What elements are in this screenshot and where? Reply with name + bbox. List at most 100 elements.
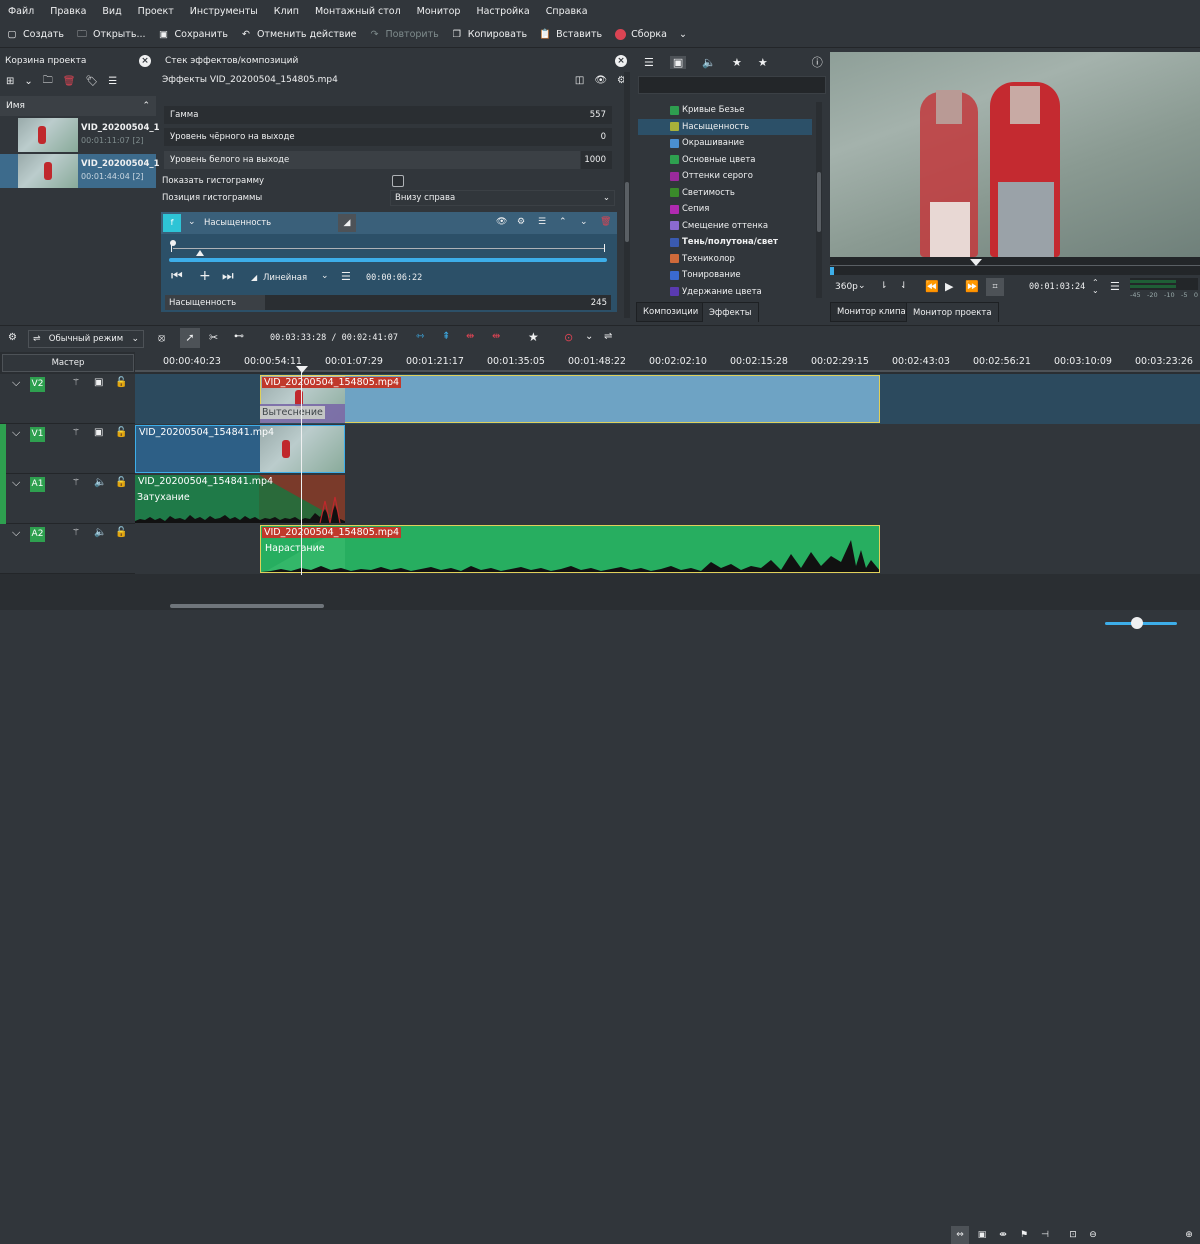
favorites-icon[interactable]: ★ bbox=[758, 56, 768, 69]
timeline-playhead[interactable] bbox=[296, 366, 308, 373]
mixer-icon[interactable]: ⇌ bbox=[604, 331, 612, 342]
delete-icon[interactable]: 🗑 bbox=[63, 76, 76, 87]
menu-help[interactable]: Справка bbox=[538, 6, 596, 17]
chevron-down-icon[interactable]: ⌄ bbox=[188, 217, 196, 227]
lock-icon[interactable]: 🔓 bbox=[115, 427, 127, 438]
list-icon[interactable]: ☰ bbox=[644, 56, 654, 69]
render-button[interactable]: Сборка bbox=[608, 24, 673, 46]
delete-icon[interactable]: 🗑 bbox=[600, 217, 611, 227]
histogram-position-select[interactable]: Внизу справа ⌄ bbox=[390, 190, 615, 206]
edit-mode-select[interactable]: ⇌ Обычный режим ⌄ bbox=[28, 330, 144, 348]
forward-icon[interactable]: ⏩ bbox=[965, 280, 979, 293]
param-gamma[interactable]: Гамма 557 bbox=[164, 106, 612, 124]
chevron-down-icon[interactable]: ⌄ bbox=[858, 281, 866, 291]
effects-wand-icon[interactable]: ⚚ bbox=[72, 528, 80, 538]
menu-timeline[interactable]: Монтажный стол bbox=[307, 6, 409, 17]
rewind-icon[interactable]: ⏪ bbox=[925, 280, 939, 293]
chevron-down-icon[interactable]: ⌄ bbox=[24, 76, 32, 87]
undo-button[interactable]: ↶ Отменить действие bbox=[234, 24, 363, 46]
keyframe-playhead[interactable] bbox=[196, 250, 204, 256]
list-item[interactable]: Насыщенность bbox=[638, 118, 812, 135]
zoom-in-icon[interactable]: ⊕ bbox=[1180, 1226, 1198, 1244]
zone-out-icon[interactable]: ⇃ bbox=[900, 281, 908, 291]
list-item[interactable]: Светимость bbox=[638, 185, 812, 202]
settings-icon[interactable]: ⚙ bbox=[8, 332, 17, 343]
collapse-icon[interactable]: ⌵ bbox=[12, 376, 20, 390]
collapse-icon[interactable]: ⌵ bbox=[12, 476, 20, 490]
tab-effects[interactable]: Эффекты bbox=[702, 302, 759, 322]
menu-file[interactable]: Файл bbox=[0, 6, 42, 17]
effects-wand-icon[interactable]: ⚚ bbox=[72, 478, 80, 488]
film-icon[interactable]: ▣ bbox=[94, 377, 103, 388]
new-folder-icon[interactable]: 🗀 bbox=[43, 73, 53, 90]
favorite-effect-icon[interactable]: ★ bbox=[528, 330, 539, 344]
menu-clip[interactable]: Клип bbox=[266, 6, 307, 17]
film-icon[interactable]: ▣ bbox=[94, 427, 103, 438]
close-icon[interactable]: × bbox=[139, 55, 151, 67]
next-keyframe-icon[interactable]: ⏭ bbox=[222, 269, 234, 284]
speaker-icon[interactable]: 🔈 bbox=[94, 527, 106, 538]
tag-icon[interactable]: 🏷 bbox=[85, 76, 98, 87]
effects-search-input[interactable] bbox=[638, 76, 826, 94]
speaker-icon[interactable]: 🔈 bbox=[94, 477, 106, 488]
list-item[interactable]: Основные цвета bbox=[638, 152, 812, 169]
list-item[interactable]: Сепия bbox=[638, 201, 812, 218]
effects-wand-icon[interactable]: ⚚ bbox=[72, 378, 80, 388]
play-icon[interactable]: ▶ bbox=[945, 280, 953, 293]
list-item[interactable]: Тень/полутона/свет bbox=[638, 234, 812, 251]
timeline-scrollbar[interactable] bbox=[170, 604, 324, 608]
audio-effects-icon[interactable]: 🔈 bbox=[702, 56, 716, 69]
list-item[interactable]: Удержание цвета bbox=[638, 284, 812, 299]
video-effects-icon[interactable]: ▣ bbox=[669, 55, 687, 69]
menu-icon[interactable]: ☰ bbox=[1110, 280, 1120, 293]
custom-effects-icon[interactable]: ★ bbox=[732, 56, 742, 69]
fit-zoom-icon[interactable]: ⇔ bbox=[951, 1226, 969, 1244]
param-black-output[interactable]: Уровень чёрного на выходе 0 bbox=[164, 128, 612, 146]
list-item[interactable]: Смещение оттенка bbox=[638, 218, 812, 235]
eye-icon[interactable]: 👁 bbox=[496, 217, 507, 227]
crop-icon[interactable]: ⌗ bbox=[986, 278, 1004, 296]
saturation-param[interactable]: Насыщенность 245 bbox=[165, 295, 611, 310]
effects-wand-icon[interactable]: ⚚ bbox=[72, 428, 80, 438]
create-button[interactable]: ▢ Создать bbox=[0, 24, 70, 46]
track-header-v2[interactable]: ⌵ V2 ⚚ ▣ 🔓 bbox=[0, 374, 135, 424]
menu-icon[interactable]: ☰ bbox=[538, 217, 546, 227]
monitor-timecode[interactable]: 00:01:03:24 bbox=[1029, 282, 1085, 292]
menu-monitor[interactable]: Монитор bbox=[409, 6, 469, 17]
list-item[interactable]: Окрашивание bbox=[638, 135, 812, 152]
v2-clip[interactable]: VID_20200504_154805.mp4 bbox=[260, 375, 880, 423]
master-button[interactable]: Мастер bbox=[2, 354, 134, 372]
keyframe-time[interactable]: 00:00:06:22 bbox=[366, 273, 422, 283]
marker-icon[interactable]: ⚑ bbox=[1015, 1226, 1033, 1244]
open-button[interactable]: 🗀 Открыть... bbox=[70, 24, 151, 46]
zoom-slider-handle[interactable] bbox=[1131, 617, 1143, 629]
interpolation-value[interactable]: Линейная bbox=[263, 273, 307, 283]
track-header-v1[interactable]: ⌵ V1 ⚚ ▣ 🔓 bbox=[0, 424, 135, 474]
select-tool-icon[interactable]: ➚ bbox=[180, 328, 200, 348]
save-button[interactable]: ▣ Сохранить bbox=[152, 24, 234, 46]
zoom-out-icon[interactable]: ⊖ bbox=[1084, 1226, 1102, 1244]
bin-clip-row[interactable]: VID_20200504_154 00:01:44:04 [2] bbox=[0, 154, 171, 188]
extract-icon[interactable]: ⇹ bbox=[466, 331, 474, 342]
copy-button[interactable]: ❐ Копировать bbox=[445, 24, 533, 46]
menu-tools[interactable]: Инструменты bbox=[182, 6, 266, 17]
show-histogram-checkbox[interactable] bbox=[392, 175, 404, 187]
wipe-transition[interactable]: Вытеснение bbox=[260, 404, 345, 423]
tab-project-monitor[interactable]: Монитор проекта bbox=[906, 302, 999, 322]
bin-clip-row[interactable]: VID_20200504_154 00:01:11:07 [2] bbox=[0, 118, 171, 152]
track-header-a1[interactable]: ⌵ A1 ⚚ 🔈 🔓 bbox=[0, 474, 135, 524]
bin-column-header[interactable]: Имя ⌃ bbox=[0, 96, 156, 116]
lock-icon[interactable]: 🔓 bbox=[115, 477, 127, 488]
snap-icon[interactable]: ⊣ bbox=[1036, 1226, 1054, 1244]
info-icon[interactable]: ⓘ bbox=[812, 54, 823, 70]
list-item[interactable]: Тонирование bbox=[638, 267, 812, 284]
monitor-playhead[interactable] bbox=[970, 259, 982, 266]
eye-icon[interactable]: 👁 bbox=[594, 75, 607, 86]
zoom-fit-icon[interactable]: ⊡ bbox=[1064, 1226, 1082, 1244]
lock-icon[interactable]: 🔓 bbox=[115, 527, 127, 538]
add-keyframe-icon[interactable]: + bbox=[199, 268, 211, 284]
overwrite-icon[interactable]: ⇞ bbox=[442, 331, 450, 342]
scrollbar[interactable] bbox=[624, 72, 630, 318]
record-icon[interactable]: ⊙ bbox=[564, 331, 573, 344]
zone-in-icon[interactable]: ⇂ bbox=[880, 281, 888, 291]
